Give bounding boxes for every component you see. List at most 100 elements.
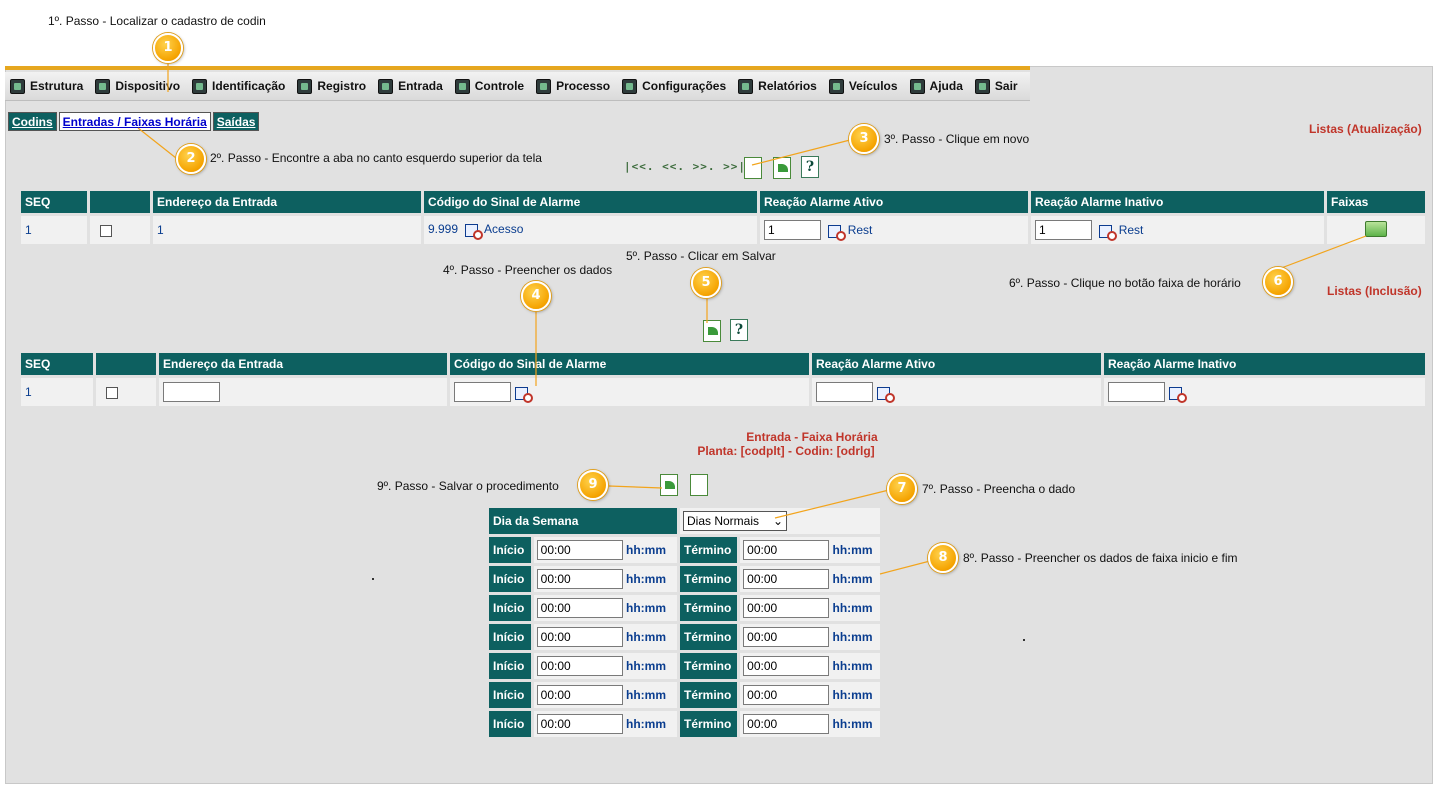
decorative-dot	[372, 578, 374, 580]
dia-semana-label: Dia da Semana	[489, 508, 677, 534]
menu-label: Processo	[556, 79, 611, 93]
inicio-input[interactable]	[536, 598, 623, 618]
inicio-input[interactable]	[536, 540, 623, 560]
termino-input[interactable]	[743, 569, 830, 589]
menu-dispositivo[interactable]: Dispositivo	[95, 78, 181, 94]
menu-ajuda[interactable]: Ajuda	[909, 78, 963, 94]
col-select	[90, 191, 150, 213]
new-record-icon[interactable]	[744, 157, 762, 179]
termino-input[interactable]	[743, 598, 830, 618]
insert-save-icon[interactable]	[703, 320, 721, 342]
faixa-back-icon[interactable]	[690, 474, 708, 496]
row-checkbox[interactable]	[106, 386, 118, 399]
step-badge-7: 7	[887, 474, 917, 504]
row-checkbox[interactable]	[100, 224, 112, 237]
codigo-input[interactable]	[454, 382, 511, 402]
inicio-input[interactable]	[536, 569, 623, 589]
registro-icon	[297, 78, 313, 94]
lookup-icon[interactable]	[877, 385, 895, 403]
faixa-table: Dia da Semana Dias Normais ⌄ Início hh:m…	[486, 505, 883, 740]
ativo-input[interactable]	[816, 382, 873, 402]
termino-label: Término	[680, 624, 738, 650]
update-list-title: Listas (Atualização)	[1309, 122, 1422, 136]
codigo-desc-link[interactable]: Acesso	[484, 222, 523, 236]
menu-estrutura[interactable]: Estrutura	[10, 78, 83, 94]
faixas-button-icon[interactable]	[1365, 220, 1387, 237]
menu-identificacao[interactable]: Identificação	[192, 78, 285, 94]
menu-label: Registro	[317, 79, 367, 93]
termino-input[interactable]	[743, 685, 830, 705]
inativo-input[interactable]	[1035, 220, 1092, 240]
tab-bar: Codins Entradas / Faixas Horária Saídas	[8, 112, 261, 131]
termino-label: Término	[680, 711, 738, 737]
inicio-label: Início	[489, 537, 531, 563]
codigo-value: 9.999	[428, 222, 459, 237]
tab-codins[interactable]: Codins	[8, 112, 57, 131]
menu-controle[interactable]: Controle	[454, 78, 524, 94]
menu-relatorios[interactable]: Relatórios	[738, 78, 817, 94]
faixa-row: Início hh:mm Término hh:mm	[489, 624, 880, 650]
entrada-icon	[378, 78, 394, 94]
menu-veiculos[interactable]: Veículos	[828, 78, 898, 94]
menu-label: Veículos	[848, 79, 898, 93]
step-7-text: 7º. Passo - Preencha o dado	[922, 482, 1076, 496]
inicio-label: Início	[489, 566, 531, 592]
endereco-input[interactable]	[163, 382, 220, 402]
step-badge-6: 6	[1263, 267, 1293, 297]
menu-processo[interactable]: Processo	[536, 78, 611, 94]
identificacao-icon	[192, 78, 208, 94]
unit-label: hh:mm	[832, 659, 873, 673]
main-menu-bar: Estrutura Dispositivo Identificação Regi…	[5, 72, 1030, 101]
col-faixas: Faixas	[1327, 191, 1425, 213]
lookup-icon[interactable]	[515, 385, 533, 403]
relatorios-icon	[738, 78, 754, 94]
tab-saidas[interactable]: Saídas	[212, 112, 260, 131]
termino-input[interactable]	[743, 627, 830, 647]
termino-input[interactable]	[743, 714, 830, 734]
menu-label: Entrada	[398, 79, 443, 93]
faixa-row: Início hh:mm Término hh:mm	[489, 566, 880, 592]
menu-registro[interactable]: Registro	[297, 78, 367, 94]
inicio-input[interactable]	[536, 627, 623, 647]
insert-help-icon[interactable]: ?	[730, 319, 748, 341]
dia-semana-select[interactable]: Dias Normais ⌄	[683, 511, 787, 531]
ajuda-icon	[909, 78, 925, 94]
faixa-subtitle: Planta: [codplt] - Codin: [odrlg]	[697, 444, 875, 458]
inicio-input[interactable]	[536, 685, 623, 705]
faixa-row: Início hh:mm Término hh:mm	[489, 595, 880, 621]
col-select	[96, 353, 156, 375]
inicio-input[interactable]	[536, 714, 623, 734]
record-navigation[interactable]: |<<. <<. >>. >>|	[624, 160, 746, 173]
inativo-desc-link[interactable]: Rest	[1119, 223, 1144, 237]
inicio-label: Início	[489, 653, 531, 679]
termino-input[interactable]	[743, 656, 830, 676]
termino-label: Término	[680, 595, 738, 621]
help-icon[interactable]: ?	[801, 156, 819, 178]
step-badge-2: 2	[176, 144, 206, 174]
faixa-row: Início hh:mm Término hh:mm	[489, 682, 880, 708]
termino-input[interactable]	[743, 540, 830, 560]
inativo-input[interactable]	[1108, 382, 1165, 402]
unit-label: hh:mm	[626, 543, 666, 557]
ativo-input[interactable]	[764, 220, 821, 240]
unit-label: hh:mm	[626, 601, 666, 615]
menu-entrada[interactable]: Entrada	[378, 78, 443, 94]
col-endereco: Endereço da Entrada	[153, 191, 421, 213]
ativo-desc-link[interactable]: Rest	[848, 223, 873, 237]
step-1-text: 1º. Passo - Localizar o cadastro de codi…	[48, 14, 266, 28]
inicio-input[interactable]	[536, 656, 623, 676]
save-icon[interactable]	[773, 157, 791, 179]
step-badge-5: 5	[691, 268, 721, 298]
dia-semana-value: Dias Normais	[687, 514, 760, 528]
dispositivo-icon	[95, 78, 111, 94]
menu-configuracoes[interactable]: Configurações	[622, 78, 726, 94]
menu-sair[interactable]: Sair	[974, 78, 1018, 94]
tab-entradas-faixas[interactable]: Entradas / Faixas Horária	[58, 112, 211, 131]
termino-label: Término	[680, 566, 738, 592]
lookup-icon[interactable]	[465, 222, 484, 240]
menu-label: Dispositivo	[115, 79, 181, 93]
lookup-icon[interactable]	[828, 223, 847, 241]
lookup-icon[interactable]	[1099, 223, 1118, 241]
lookup-icon[interactable]	[1169, 385, 1187, 403]
faixa-save-icon[interactable]	[660, 474, 678, 496]
